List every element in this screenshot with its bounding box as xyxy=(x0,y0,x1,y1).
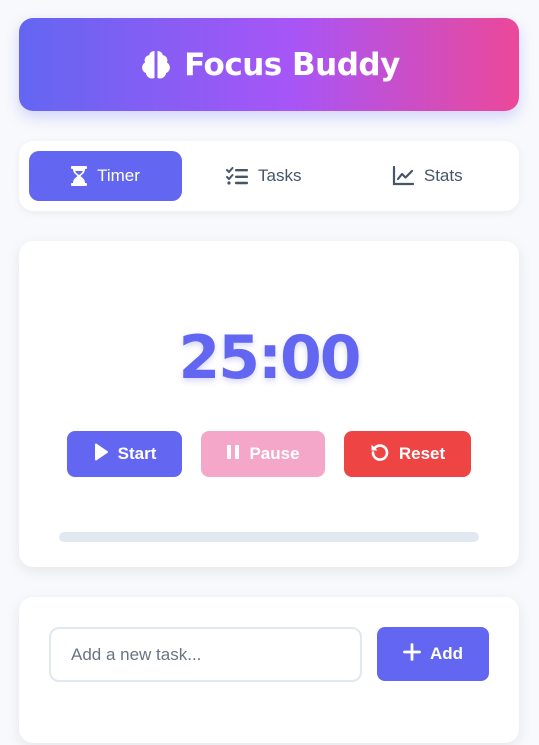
task-card: Add xyxy=(19,597,519,743)
timer-controls: Start Pause Reset xyxy=(19,431,519,477)
pause-button-label: Pause xyxy=(249,444,300,463)
chart-line-icon xyxy=(392,166,414,186)
tab-stats-label: Stats xyxy=(423,166,463,185)
tab-tasks[interactable]: Tasks xyxy=(182,151,346,201)
app-header: Focus Buddy xyxy=(19,18,519,111)
new-task-input[interactable] xyxy=(49,627,362,682)
timer-card: 25:00 Start Pause Reset xyxy=(19,241,519,567)
timer-display: 25:00 xyxy=(178,323,362,393)
start-button-label: Start xyxy=(117,444,157,463)
app-title: Focus Buddy xyxy=(184,46,400,83)
tab-tasks-label: Tasks xyxy=(258,166,302,185)
plus-icon xyxy=(403,642,421,666)
tab-timer-label: Timer xyxy=(97,166,140,185)
reset-icon xyxy=(370,442,390,467)
tab-stats[interactable]: Stats xyxy=(346,151,510,201)
reset-button-label: Reset xyxy=(398,444,446,463)
add-button-label: Add xyxy=(429,644,464,663)
start-button[interactable]: Start xyxy=(67,431,182,477)
add-task-button[interactable]: Add xyxy=(377,627,489,681)
task-list-icon xyxy=(226,167,249,185)
timer-progress-bar xyxy=(59,532,479,542)
tab-bar: Timer Tasks Stats xyxy=(19,141,519,211)
play-icon xyxy=(93,442,109,466)
reset-button[interactable]: Reset xyxy=(344,431,471,477)
pause-icon xyxy=(226,444,240,465)
tab-timer[interactable]: Timer xyxy=(29,151,182,201)
hourglass-icon xyxy=(71,166,88,186)
brain-icon xyxy=(138,47,174,83)
focus-buddy-app: Focus Buddy Timer Tasks Stats 25:00 Star… xyxy=(0,0,539,745)
pause-button[interactable]: Pause xyxy=(201,431,325,477)
